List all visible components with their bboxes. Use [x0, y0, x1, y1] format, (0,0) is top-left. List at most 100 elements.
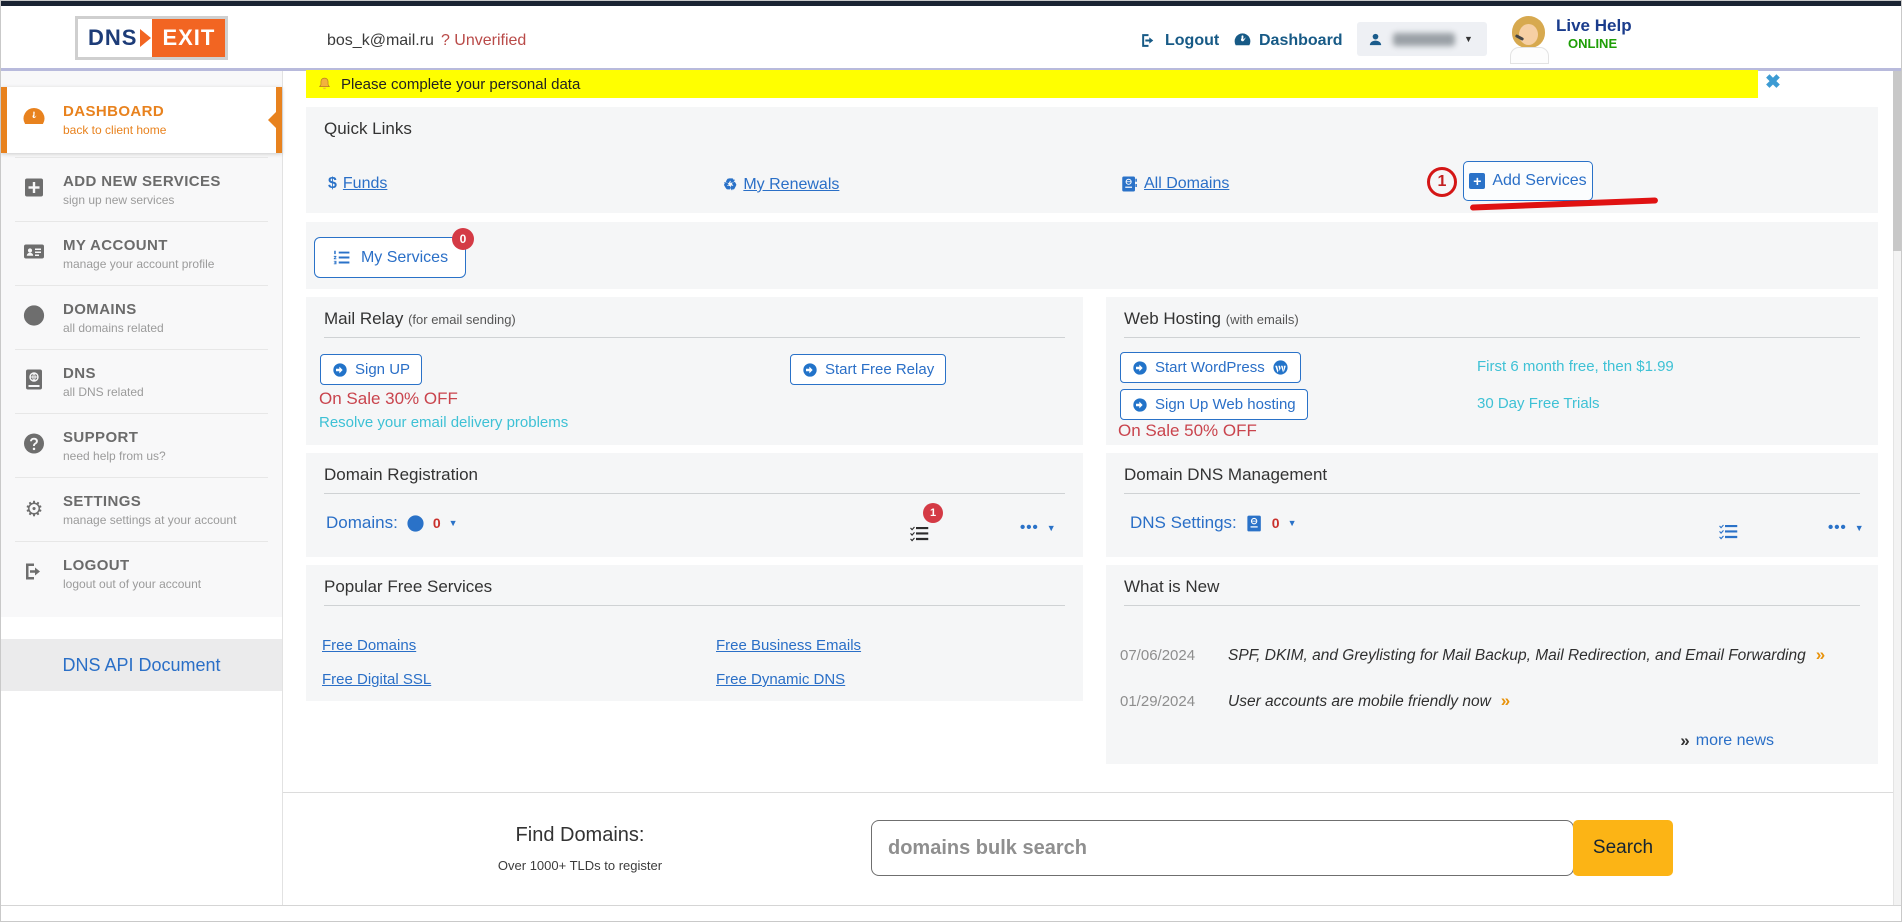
id-card-icon [21, 239, 47, 268]
dns-settings-label: DNS Settings: [1130, 513, 1237, 533]
domain-search-button[interactable]: Search [1573, 820, 1673, 876]
dns-api-band: DNS API Document [1, 639, 282, 691]
recycle-icon: ♻ [723, 175, 737, 195]
logout-label: Logout [1165, 32, 1219, 50]
domain-tasks-badge: 1 [923, 503, 943, 523]
dns-more-menu[interactable]: ••• ▼ [1828, 519, 1864, 536]
section-title: Domain DNS Management [1124, 465, 1327, 485]
domains-count: 0 [433, 515, 441, 531]
signup-web-hosting-label: Sign Up Web hosting [1155, 396, 1296, 413]
sidebar: DASHBOARD back to client home ADD NEW SE… [1, 71, 283, 905]
dns-count: 0 [1272, 515, 1280, 531]
logout-button[interactable]: Logout [1139, 31, 1219, 50]
mail-relay-sale-text: On Sale 30% OFF [319, 389, 458, 409]
sidebar-item-dashboard[interactable]: DASHBOARD back to client home [1, 87, 282, 153]
dns-tasks-button[interactable] [1718, 521, 1739, 547]
section-divider [324, 337, 1065, 338]
dashboard-button[interactable]: Dashboard [1233, 31, 1343, 50]
chevron-down-icon: ▼ [449, 518, 458, 528]
domains-label: Domains: [326, 513, 398, 533]
unverified-status[interactable]: ? Unverified [441, 32, 526, 49]
tasks-icon [1718, 521, 1739, 542]
dnsexit-logo[interactable]: DNS EXIT [75, 16, 228, 60]
section-title: Web Hosting (with emails) [1124, 309, 1299, 329]
banner-close-icon[interactable]: ✖ [1761, 70, 1785, 94]
mail-relay-signup-button[interactable]: Sign UP [320, 354, 422, 385]
sidebar-item-title: SETTINGS [63, 493, 260, 510]
my-services-count-badge: 0 [452, 228, 474, 250]
funds-label: Funds [343, 175, 387, 193]
dns-api-document-link[interactable]: DNS API Document [62, 655, 220, 676]
news-title: User accounts are mobile friendly now» [1228, 691, 1510, 711]
sidebar-item-domains[interactable]: DOMAINS all domains related [15, 285, 268, 349]
sidebar-item-subtitle: all DNS related [63, 385, 260, 399]
arrow-circle-icon [1132, 397, 1148, 413]
ellipsis-icon: ••• [1828, 519, 1847, 536]
sidebar-item-title: LOGOUT [63, 557, 260, 574]
free-domains-link[interactable]: Free Domains [322, 637, 416, 654]
section-divider [1124, 493, 1860, 494]
section-title: Mail Relay (for email sending) [324, 309, 516, 329]
plus-square-icon [21, 175, 47, 204]
news-date: 07/06/2024 [1120, 647, 1202, 664]
domain-tasks-button[interactable] [909, 523, 930, 549]
account-email: bos_k@mail.ru ? Unverified [327, 32, 526, 50]
email-text: bos_k@mail.ru [327, 32, 434, 49]
address-book-icon [1245, 514, 1264, 533]
page-bottom-edge [0, 905, 1902, 906]
all-domains-link[interactable]: All Domains [1120, 175, 1229, 193]
sidebar-item-my-account[interactable]: MY ACCOUNT manage your account profile [15, 221, 268, 285]
free-business-emails-link[interactable]: Free Business Emails [716, 637, 861, 654]
signup-web-hosting-button[interactable]: Sign Up Web hosting [1120, 389, 1308, 420]
more-news-label: more news [1696, 732, 1774, 750]
news-item[interactable]: 01/29/2024 User accounts are mobile frie… [1120, 691, 1510, 711]
whats-new-section: What is New 07/06/2024 SPF, DKIM, and Gr… [1106, 565, 1878, 764]
more-news-link[interactable]: » more news [1680, 731, 1774, 751]
domain-search-input[interactable] [871, 820, 1574, 876]
add-services-label: Add Services [1492, 172, 1586, 190]
logo-arrow-icon [140, 29, 151, 47]
sidebar-item-subtitle: sign up new services [63, 193, 260, 207]
funds-link[interactable]: $ Funds [328, 175, 387, 193]
username-redacted [1393, 33, 1455, 46]
user-menu[interactable]: ▼ [1357, 22, 1487, 56]
free-dynamic-dns-link[interactable]: Free Dynamic DNS [716, 671, 845, 688]
sidebar-item-dns[interactable]: DNS all DNS related [15, 349, 268, 413]
question-circle-icon [21, 431, 47, 460]
add-services-button[interactable]: + Add Services [1463, 161, 1593, 201]
domain-more-menu[interactable]: ••• ▼ [1020, 519, 1056, 536]
dns-settings-dropdown[interactable]: DNS Settings: 0 ▼ [1130, 513, 1296, 533]
live-help-label: Live Help [1556, 16, 1632, 36]
mail-relay-section: Mail Relay (for email sending) Sign UP S… [306, 297, 1083, 445]
web-hosting-section: Web Hosting (with emails) Start WordPres… [1106, 297, 1878, 445]
start-free-relay-button[interactable]: Start Free Relay [790, 354, 946, 385]
wordpress-icon [1272, 359, 1289, 376]
find-domains-subtitle: Over 1000+ TLDs to register [440, 858, 720, 873]
chevron-down-icon: ▼ [1464, 34, 1473, 44]
sidebar-item-logout[interactable]: LOGOUT logout out of your account [15, 541, 268, 605]
sidebar-item-subtitle: need help from us? [63, 449, 260, 463]
mail-relay-note-link[interactable]: Resolve your email delivery problems [319, 414, 568, 431]
sidebar-item-subtitle: manage your account profile [63, 257, 260, 271]
logo-dns-text: DNS [78, 19, 139, 57]
sidebar-item-support[interactable]: SUPPORT need help from us? [15, 413, 268, 477]
live-help-widget[interactable]: Live Help ONLINE [1507, 16, 1632, 64]
my-services-button[interactable]: My Services [314, 237, 466, 278]
news-item[interactable]: 07/06/2024 SPF, DKIM, and Greylisting fo… [1120, 645, 1825, 665]
sidebar-item-title: MY ACCOUNT [63, 237, 260, 254]
sidebar-item-settings[interactable]: ⚙ SETTINGS manage settings at your accou… [15, 477, 268, 541]
sidebar-item-title: ADD NEW SERVICES [63, 173, 260, 190]
free-services-section: Popular Free Services Free Domains Free … [306, 565, 1083, 701]
sidebar-item-add-new-services[interactable]: ADD NEW SERVICES sign up new services [15, 157, 268, 221]
arrow-circle-icon [802, 362, 818, 378]
sign-out-icon [1139, 31, 1158, 50]
my-renewals-link[interactable]: ♻ My Renewals [723, 175, 839, 195]
section-subtitle: (for email sending) [408, 312, 516, 327]
start-wordpress-button[interactable]: Start WordPress [1120, 352, 1301, 383]
scrollbar-thumb[interactable] [1893, 71, 1901, 251]
domains-dropdown[interactable]: Domains: 0 ▼ [326, 513, 458, 533]
domain-registration-section: Domain Registration Domains: 0 ▼ 1 ••• ▼ [306, 453, 1083, 557]
my-services-section: My Services 0 [306, 222, 1878, 289]
free-digital-ssl-link[interactable]: Free Digital SSL [322, 671, 431, 688]
signup-label: Sign UP [355, 361, 410, 378]
